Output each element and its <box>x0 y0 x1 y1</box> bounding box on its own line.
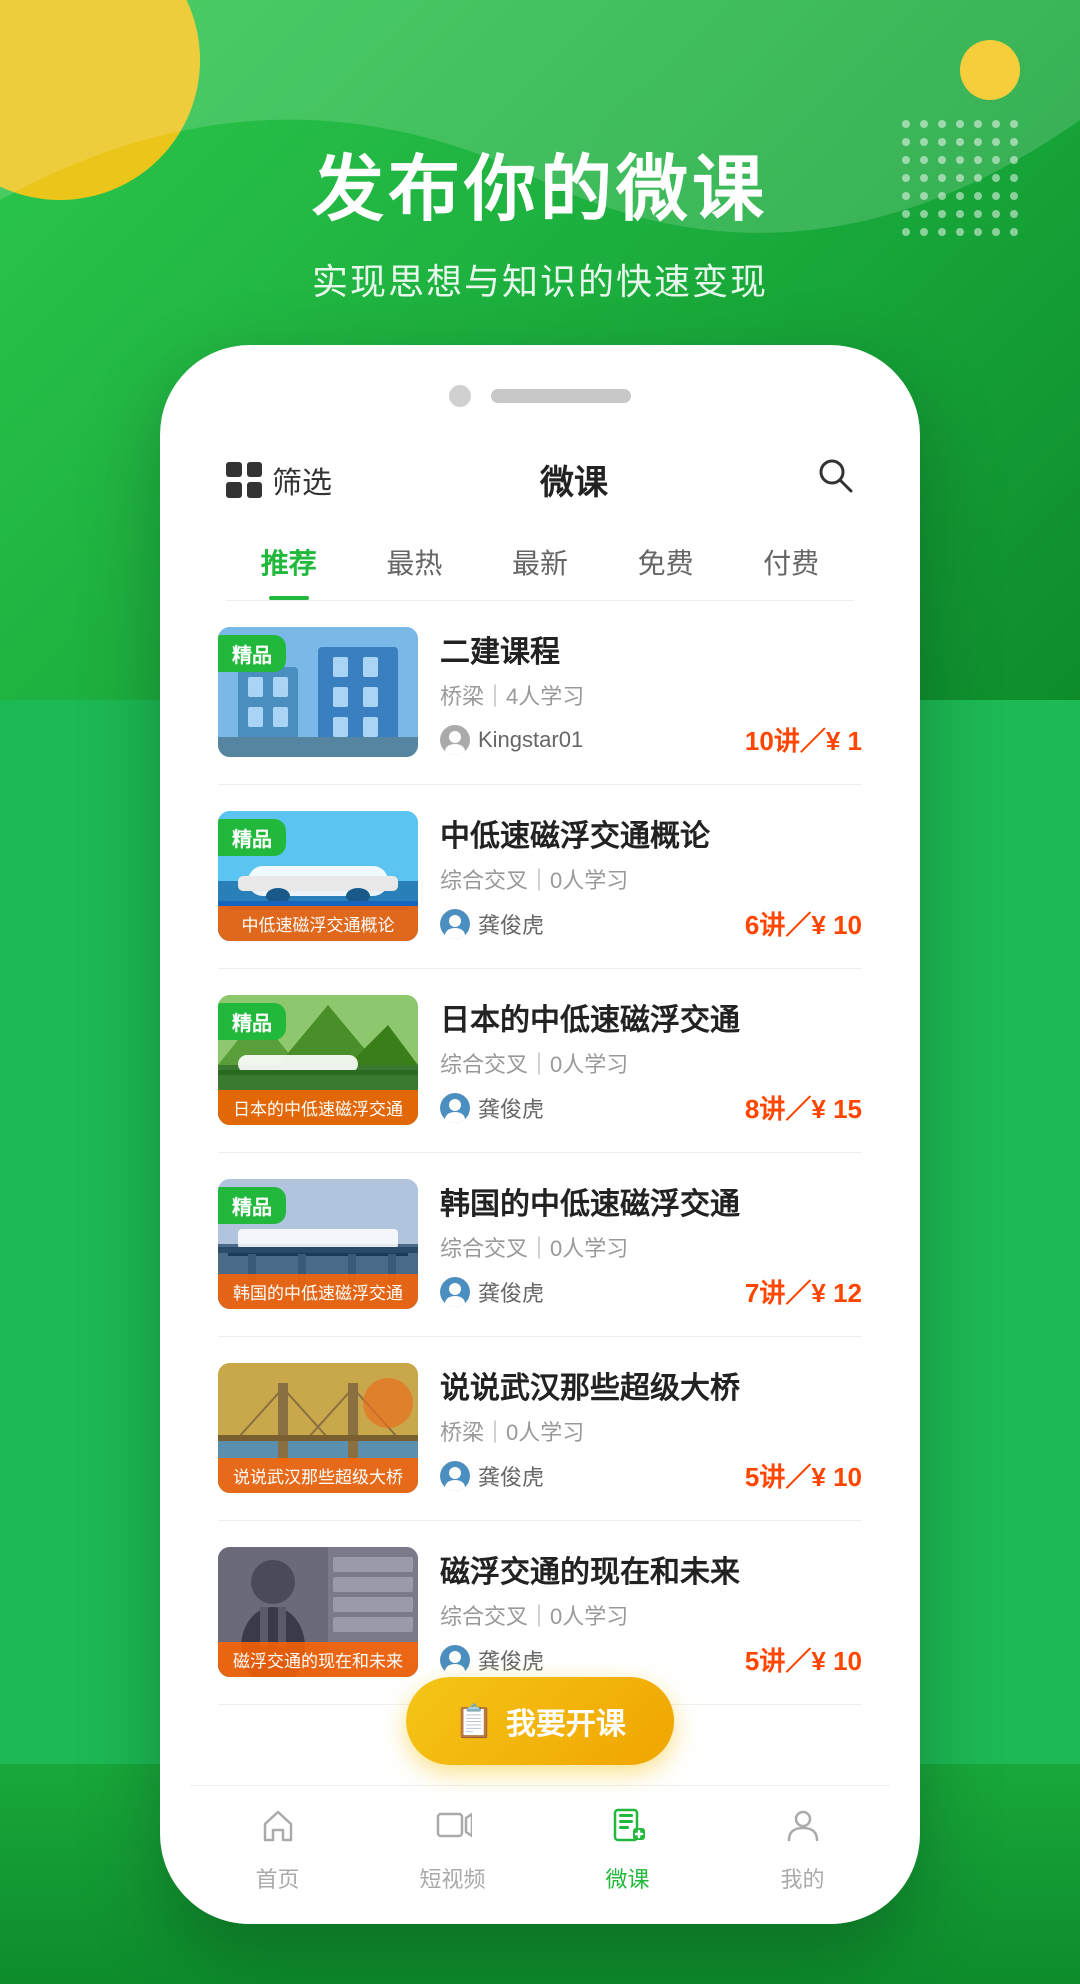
course-thumb-label: 日本的中低速磁浮交通 <box>218 1090 418 1125</box>
course-title: 日本的中低速磁浮交通 <box>440 995 862 1039</box>
course-author: 龚俊虎 <box>440 1092 544 1124</box>
course-thumb-label: 中低速磁浮交通概论 <box>218 906 418 941</box>
nav-home[interactable]: 首页 <box>190 1806 365 1894</box>
course-price: 7讲／¥ 12 <box>745 1273 862 1310</box>
nav-micro[interactable]: 微课 <box>540 1806 715 1894</box>
nav-video[interactable]: 短视频 <box>365 1806 540 1894</box>
nav-video-label: 短视频 <box>419 1862 485 1894</box>
course-author: 龚俊虎 <box>440 1644 544 1676</box>
author-avatar <box>440 1461 470 1491</box>
tab-paid[interactable]: 付费 <box>728 524 854 600</box>
course-author: Kingstar01 <box>440 725 583 755</box>
course-title: 韩国的中低速磁浮交通 <box>440 1179 862 1223</box>
search-icon <box>816 456 854 494</box>
course-price: 8讲／¥ 15 <box>745 1089 862 1126</box>
course-thumb-label: 说说武汉那些超级大桥 <box>218 1458 418 1493</box>
course-thumbnail: 精品 <box>218 627 418 757</box>
nav-profile[interactable]: 我的 <box>715 1806 890 1894</box>
course-thumbnail: 说说武汉那些超级大桥 <box>218 1363 418 1493</box>
course-meta: 综合交叉｜0人学习 <box>440 1231 862 1263</box>
bottom-nav: 首页 短视频 微课 我 <box>190 1785 890 1924</box>
course-item[interactable]: 精品 二建课程 桥梁｜4人学习 Kingstar01 1 <box>218 601 862 785</box>
page-title: 微课 <box>540 455 608 504</box>
course-meta: 综合交叉｜0人学习 <box>440 863 862 895</box>
course-badge: 精品 <box>218 635 286 672</box>
fab-open-course-button[interactable]: 📋 我要开课 <box>406 1677 674 1765</box>
search-button[interactable] <box>816 456 854 504</box>
course-meta: 综合交叉｜0人学习 <box>440 1599 862 1631</box>
course-thumbnail: 精品 日本的中低速磁浮交通 <box>218 995 418 1125</box>
author-avatar <box>440 1093 470 1123</box>
course-price: 5讲／¥ 10 <box>745 1457 862 1494</box>
course-info: 中低速磁浮交通概论 综合交叉｜0人学习 龚俊虎 6讲／¥ 10 <box>440 811 862 942</box>
course-item[interactable]: 精品 中低速磁浮交通概论 中低速磁浮交通概论 综合交叉｜0人学习 龚俊虎 <box>218 785 862 969</box>
course-item[interactable]: 精品 日本的中低速磁浮交通 日本的中低速磁浮交通 综合交叉｜0人学习 龚俊虎 <box>218 969 862 1153</box>
phone-mockup: 筛选 微课 推荐 <box>160 345 920 1924</box>
course-thumbnail: 磁浮交通的现在和未来 <box>218 1547 418 1677</box>
course-badge: 精品 <box>218 1003 286 1040</box>
nav-profile-label: 我的 <box>780 1862 824 1894</box>
course-author: 龚俊虎 <box>440 1460 544 1492</box>
hero-subtitle: 实现思想与知识的快速变现 <box>0 253 1080 305</box>
phone-speaker <box>491 389 631 403</box>
course-meta: 桥梁｜0人学习 <box>440 1415 862 1447</box>
course-info: 磁浮交通的现在和未来 综合交叉｜0人学习 龚俊虎 5讲／¥ 10 <box>440 1547 862 1678</box>
fab-icon: 📋 <box>454 1702 494 1740</box>
course-info: 日本的中低速磁浮交通 综合交叉｜0人学习 龚俊虎 8讲／¥ 15 <box>440 995 862 1126</box>
course-meta: 综合交叉｜0人学习 <box>440 1047 862 1079</box>
tabs-bar: 推荐 最热 最新 免费 付费 <box>226 524 854 601</box>
course-list: 精品 二建课程 桥梁｜4人学习 Kingstar01 1 <box>190 601 890 1705</box>
course-title: 说说武汉那些超级大桥 <box>440 1363 862 1407</box>
hero-title: 发布你的微课 <box>0 130 1080 235</box>
author-avatar <box>440 1277 470 1307</box>
course-thumb-label: 韩国的中低速磁浮交通 <box>218 1274 418 1309</box>
fab-label: 我要开课 <box>506 1699 626 1743</box>
course-title: 磁浮交通的现在和未来 <box>440 1547 862 1591</box>
home-icon <box>259 1806 297 1854</box>
phone-notch <box>190 385 890 407</box>
profile-icon <box>784 1806 822 1854</box>
tab-latest[interactable]: 最新 <box>477 524 603 600</box>
course-thumbnail: 精品 韩国的中低速磁浮交通 <box>218 1179 418 1309</box>
tab-free[interactable]: 免费 <box>603 524 729 600</box>
course-title: 中低速磁浮交通概论 <box>440 811 862 855</box>
filter-label: 筛选 <box>272 458 332 502</box>
author-avatar <box>440 725 470 755</box>
filter-button[interactable]: 筛选 <box>226 458 332 502</box>
course-info: 韩国的中低速磁浮交通 综合交叉｜0人学习 龚俊虎 7讲／¥ 12 <box>440 1179 862 1310</box>
micro-icon <box>609 1806 647 1854</box>
author-avatar <box>440 909 470 939</box>
app-screen: 筛选 微课 推荐 <box>190 427 890 1924</box>
course-info: 说说武汉那些超级大桥 桥梁｜0人学习 龚俊虎 5讲／¥ 10 <box>440 1363 862 1494</box>
course-thumbnail: 精品 中低速磁浮交通概论 <box>218 811 418 941</box>
nav-micro-label: 微课 <box>605 1862 649 1894</box>
course-info: 二建课程 桥梁｜4人学习 Kingstar01 10讲／¥ 1 <box>440 627 862 758</box>
grid-icon <box>226 462 262 498</box>
nav-home-label: 首页 <box>255 1862 299 1894</box>
course-price: 6讲／¥ 10 <box>745 905 862 942</box>
course-author: 龚俊虎 <box>440 908 544 940</box>
course-title: 二建课程 <box>440 627 862 671</box>
app-header: 筛选 微课 推荐 <box>190 427 890 601</box>
course-badge: 精品 <box>218 1187 286 1224</box>
phone-camera <box>449 385 471 407</box>
course-thumb-label: 磁浮交通的现在和未来 <box>218 1642 418 1677</box>
course-price: 5讲／¥ 10 <box>745 1641 862 1678</box>
course-meta: 桥梁｜4人学习 <box>440 679 862 711</box>
tab-recommended[interactable]: 推荐 <box>226 524 352 600</box>
course-price: 10讲／¥ 1 <box>745 721 862 758</box>
course-badge: 精品 <box>218 819 286 856</box>
video-icon <box>434 1806 472 1854</box>
course-item[interactable]: 精品 韩国的中低速磁浮交通 韩国的中低速磁浮交通 综合交叉｜0人学习 龚俊虎 <box>218 1153 862 1337</box>
tab-hot[interactable]: 最热 <box>352 524 478 600</box>
course-author: 龚俊虎 <box>440 1276 544 1308</box>
course-item[interactable]: 说说武汉那些超级大桥 说说武汉那些超级大桥 桥梁｜0人学习 龚俊虎 <box>218 1337 862 1521</box>
author-avatar <box>440 1645 470 1675</box>
